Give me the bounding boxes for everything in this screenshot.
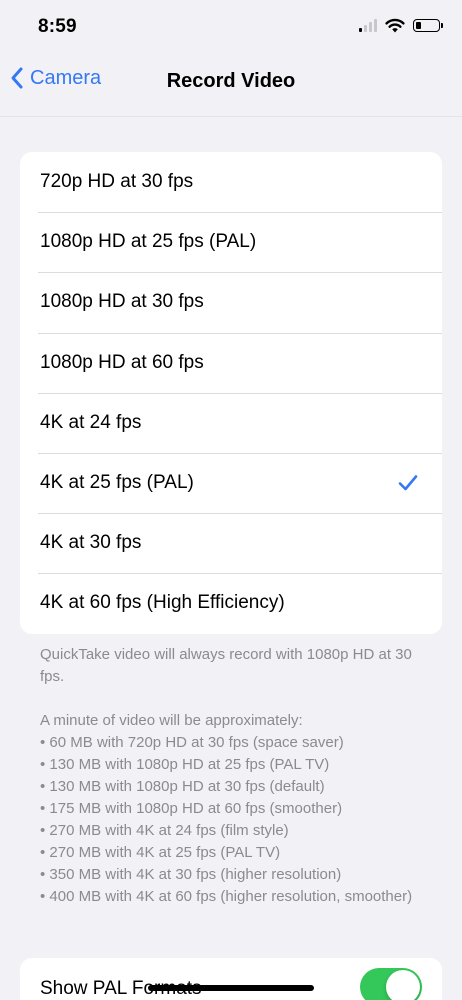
video-format-label: 1080p HD at 25 fps (PAL): [40, 231, 257, 253]
wifi-icon: [385, 18, 405, 33]
home-indicator[interactable]: [148, 985, 314, 991]
size-estimate-line: • 350 MB with 4K at 30 fps (higher resol…: [40, 866, 342, 883]
video-format-option[interactable]: 4K at 24 fps: [20, 392, 442, 453]
size-estimate-line: • 130 MB with 1080p HD at 30 fps (defaul…: [40, 778, 325, 795]
size-estimates-note: A minute of video will be approximately:…: [40, 710, 420, 908]
size-intro: A minute of video will be approximately:: [40, 712, 303, 729]
size-estimate-line: • 270 MB with 4K at 25 fps (PAL TV): [40, 844, 281, 861]
video-format-label: 1080p HD at 60 fps: [40, 351, 204, 373]
nav-divider: [0, 116, 462, 117]
video-format-label: 4K at 24 fps: [40, 411, 142, 433]
navigation-bar: Camera Record Video: [0, 56, 462, 108]
size-estimate-line: • 130 MB with 1080p HD at 25 fps (PAL TV…: [40, 756, 330, 773]
size-estimate-line: • 270 MB with 4K at 24 fps (film style): [40, 822, 289, 839]
video-format-label: 4K at 30 fps: [40, 532, 142, 554]
pal-formats-toggle[interactable]: [360, 968, 422, 1000]
size-estimate-line: • 400 MB with 4K at 60 fps (higher resol…: [40, 888, 413, 905]
status-bar: 8:59: [0, 0, 462, 56]
checkmark-icon: [398, 475, 418, 491]
cellular-signal-icon: [359, 19, 377, 32]
quicktake-note: QuickTake video will always record with …: [40, 646, 412, 685]
video-format-option[interactable]: 1080p HD at 30 fps: [20, 272, 442, 332]
size-lines: • 60 MB with 720p HD at 30 fps (space sa…: [40, 732, 420, 908]
video-format-option[interactable]: 720p HD at 30 fps: [20, 152, 442, 212]
size-estimate-line: • 60 MB with 720p HD at 30 fps (space sa…: [40, 734, 344, 751]
video-format-label: 4K at 25 fps (PAL): [40, 472, 194, 494]
toggle-knob: [386, 970, 420, 1000]
status-icons: [359, 18, 443, 33]
video-format-label: 4K at 60 fps (High Efficiency): [40, 592, 285, 614]
video-format-option[interactable]: 1080p HD at 60 fps: [20, 332, 442, 393]
video-format-option[interactable]: 4K at 25 fps (PAL): [20, 452, 442, 513]
video-format-label: 1080p HD at 30 fps: [40, 291, 204, 313]
pal-formats-row: Show PAL Formats: [20, 958, 442, 1000]
battery-icon: [413, 19, 443, 32]
page-title: Record Video: [166, 70, 296, 92]
video-format-option[interactable]: 1080p HD at 25 fps (PAL): [20, 212, 442, 272]
status-time: 8:59: [38, 16, 77, 37]
size-estimate-line: • 175 MB with 1080p HD at 60 fps (smooth…: [40, 800, 343, 817]
video-format-option[interactable]: 4K at 30 fps: [20, 513, 442, 573]
video-format-option[interactable]: 4K at 60 fps (High Efficiency): [20, 573, 442, 633]
video-format-label: 720p HD at 30 fps: [40, 171, 194, 193]
record-video-options-list: 720p HD at 30 fps 1080p HD at 25 fps (PAL…: [20, 152, 442, 634]
